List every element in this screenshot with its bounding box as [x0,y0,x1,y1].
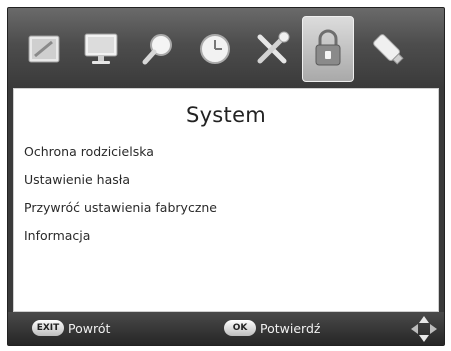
system-panel: System Ochrona rodzicielska Ustawienie h… [13,88,439,312]
tools-icon [257,31,290,64]
monitor-icon [84,33,118,64]
tv-menu-frame: System Ochrona rodzicielska Ustawienie h… [7,7,445,346]
tab-search[interactable] [132,16,184,82]
tab-time[interactable] [189,16,241,82]
tab-usb[interactable] [362,16,414,82]
clock-icon [200,34,230,64]
search-icon [142,34,172,65]
menu-item-parental-control[interactable]: Ochrona rodzicielska [24,145,217,173]
ok-label: Potwierdź [260,320,321,336]
page-title: System [185,103,267,127]
footer-bar: EXIT Powrót OK Potwierdź [8,312,444,345]
tab-picture[interactable] [18,16,70,82]
lock-icon [315,29,341,66]
top-menu-bar [8,8,444,88]
menu-item-password-setting[interactable]: Ustawienie hasła [24,173,217,201]
dpad-icon [411,316,437,342]
tab-tools[interactable] [246,16,298,82]
menu-item-factory-reset[interactable]: Przywróć ustawienia fabryczne [24,201,217,229]
system-menu: Ochrona rodzicielska Ustawienie hasła Pr… [24,145,217,257]
exit-hint[interactable]: EXIT Powrót [32,320,110,336]
tab-display[interactable] [75,16,127,82]
ok-key: OK [224,320,256,336]
usb-icon [373,34,404,65]
exit-label: Powrót [68,320,111,336]
ok-hint[interactable]: OK Potwierdź [224,320,320,336]
picture-icon [28,35,60,63]
tab-system[interactable] [302,16,354,82]
exit-key: EXIT [32,320,64,336]
menu-item-information[interactable]: Informacja [24,229,217,257]
